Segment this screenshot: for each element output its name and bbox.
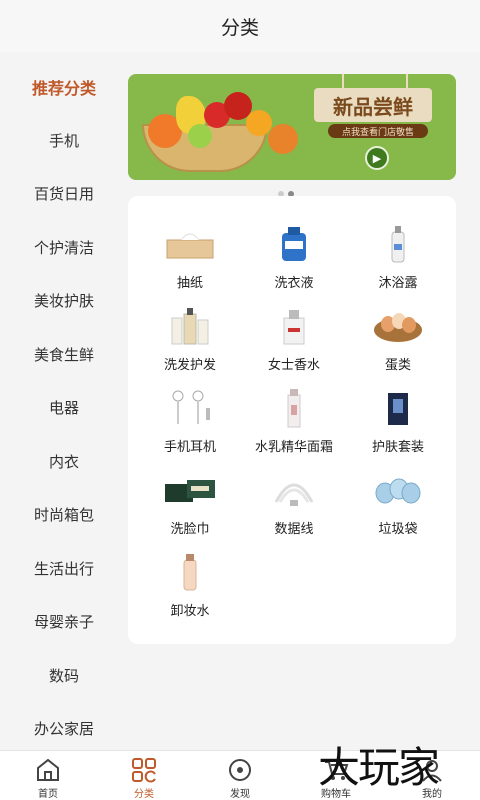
sidebar-item-beauty[interactable]: 美妆护肤 <box>0 274 128 328</box>
promo-banner[interactable]: 新品尝鲜 点我查看门店敬售 ▶ <box>128 74 456 180</box>
sidebar-item-fresh-food[interactable]: 美食生鲜 <box>0 328 128 382</box>
tab-category[interactable]: 分类 <box>96 751 192 800</box>
perfume-icon <box>266 304 322 348</box>
tab-label: 分类 <box>134 789 154 800</box>
category-shower-gel[interactable]: 沐浴露 <box>346 222 450 304</box>
category-lotion[interactable]: 水乳精华面霜 <box>242 386 346 468</box>
category-label: 洗脸巾 <box>170 522 210 537</box>
tab-discover[interactable]: 发现 <box>192 751 288 800</box>
sidebar-item-office-home[interactable]: 办公家居 <box>0 702 128 756</box>
category-label: 抽纸 <box>176 276 203 291</box>
sidebar-item-phones[interactable]: 手机 <box>0 114 128 168</box>
category-grid-card: 抽纸 洗衣液 沐浴露 洗发护发 女士香水 蛋类 手机耳机 水乳精华面霜 护肤套装… <box>128 196 456 644</box>
tab-label: 首页 <box>38 789 58 800</box>
mango-image <box>246 110 272 136</box>
arrow-right-icon[interactable]: ▶ <box>365 146 389 170</box>
lime-image <box>188 124 212 148</box>
category-icon <box>131 757 157 783</box>
category-shampoo[interactable]: 洗发护发 <box>138 304 242 386</box>
category-eggs[interactable]: 蛋类 <box>346 304 450 386</box>
category-garbage-bag[interactable]: 垃圾袋 <box>346 468 450 550</box>
home-icon <box>35 757 61 783</box>
data-cable-icon <box>266 468 322 512</box>
sidebar-item-underwear[interactable]: 内衣 <box>0 435 128 489</box>
earphones-icon <box>162 386 218 430</box>
discover-icon <box>227 757 253 783</box>
category-face-towel[interactable]: 洗脸巾 <box>138 468 242 550</box>
category-earphones[interactable]: 手机耳机 <box>138 386 242 468</box>
laundry-detergent-icon <box>266 222 322 266</box>
garbage-bag-icon <box>370 468 426 512</box>
category-laundry-detergent[interactable]: 洗衣液 <box>242 222 346 304</box>
sidebar-item-daily-goods[interactable]: 百货日用 <box>0 167 128 221</box>
tissue-box-icon <box>162 222 218 266</box>
category-label: 数据线 <box>274 522 314 537</box>
peach-image <box>268 124 298 154</box>
skincare-set-icon <box>370 386 426 430</box>
sidebar-item-bags[interactable]: 时尚箱包 <box>0 488 128 542</box>
banner-pager <box>278 182 308 197</box>
category-label: 蛋类 <box>384 358 411 373</box>
category-label: 水乳精华面霜 <box>254 440 333 455</box>
shower-gel-icon <box>370 222 426 266</box>
category-label: 洗衣液 <box>274 276 314 291</box>
category-label: 卸妆水 <box>170 604 210 619</box>
category-label: 护肤套装 <box>371 440 424 455</box>
sidebar-item-recommended[interactable]: 推荐分类 <box>0 60 128 114</box>
category-label: 洗发护发 <box>163 358 216 373</box>
category-label: 垃圾袋 <box>378 522 418 537</box>
top-bar: 分类 <box>0 0 480 52</box>
sidebar-item-digital[interactable]: 数码 <box>0 649 128 703</box>
sidebar-item-personal-care[interactable]: 个护清洁 <box>0 221 128 275</box>
eggs-icon <box>370 304 426 348</box>
lotion-icon <box>266 386 322 430</box>
category-skincare-set[interactable]: 护肤套装 <box>346 386 450 468</box>
watermark-logo: 大玩家 <box>318 742 440 792</box>
tag-string-left <box>342 74 344 88</box>
banner-subline: 点我查看门店敬售 <box>328 124 428 138</box>
category-data-cable[interactable]: 数据线 <box>242 468 346 550</box>
sidebar-item-travel[interactable]: 生活出行 <box>0 542 128 596</box>
category-label: 沐浴露 <box>378 276 418 291</box>
makeup-remover-icon <box>162 550 218 594</box>
category-content: 新品尝鲜 点我查看门店敬售 ▶ 抽纸 洗衣液 沐浴露 洗发护发 女士香水 蛋类 … <box>128 60 480 750</box>
face-towel-icon <box>162 468 218 512</box>
category-tissue[interactable]: 抽纸 <box>138 222 242 304</box>
category-label: 女士香水 <box>267 358 320 373</box>
tab-label: 发现 <box>230 789 250 800</box>
category-label: 手机耳机 <box>163 440 216 455</box>
tab-home[interactable]: 首页 <box>0 751 96 800</box>
category-makeup-remover[interactable]: 卸妆水 <box>138 550 242 632</box>
category-sidebar: 推荐分类 手机 百货日用 个护清洁 美妆护肤 美食生鲜 电器 内衣 时尚箱包 生… <box>0 60 128 750</box>
shampoo-icon <box>162 304 218 348</box>
tag-string-right <box>406 74 408 88</box>
banner-headline: 新品尝鲜 <box>314 88 432 122</box>
page-title: 分类 <box>220 16 259 39</box>
category-perfume[interactable]: 女士香水 <box>242 304 346 386</box>
sidebar-item-appliances[interactable]: 电器 <box>0 381 128 435</box>
sidebar-item-baby[interactable]: 母婴亲子 <box>0 595 128 649</box>
